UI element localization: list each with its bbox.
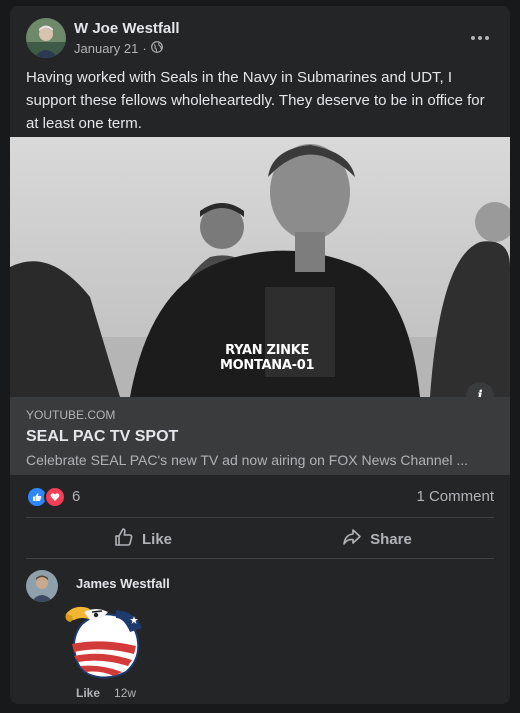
commenter-name[interactable]: James Westfall	[76, 576, 170, 591]
comment-time[interactable]: 12w	[114, 686, 136, 700]
share-label: Share	[370, 530, 412, 548]
love-reaction-icon	[44, 486, 66, 508]
post-meta: January 21 ·	[74, 41, 163, 56]
share-arrow-icon	[342, 527, 362, 551]
post-card: W Joe Westfall January 21 · Having worke…	[10, 6, 510, 704]
reaction-count[interactable]: 6	[72, 488, 80, 505]
link-preview[interactable]: YOUTUBE.COM SEAL PAC TV SPOT Celebrate S…	[10, 397, 510, 475]
divider	[26, 517, 494, 518]
author-name[interactable]: W Joe Westfall	[74, 20, 180, 37]
comment-count[interactable]: 1 Comment	[416, 488, 494, 505]
link-description: Celebrate SEAL PAC's new TV ad now airin…	[26, 452, 469, 468]
share-button[interactable]: Share	[260, 520, 494, 558]
comment-like-button[interactable]: Like	[76, 686, 100, 700]
post-stats: 6 1 Comment	[26, 484, 494, 508]
eagle-sticker-icon	[62, 598, 146, 682]
commenter-avatar[interactable]	[26, 570, 58, 602]
post-header: W Joe Westfall January 21 ·	[26, 18, 494, 58]
post-date[interactable]: January 21	[74, 41, 138, 56]
overlay-line-1: RYAN ZINKE	[225, 343, 310, 358]
thumbs-up-icon	[114, 527, 134, 551]
reaction-icons[interactable]	[26, 486, 66, 508]
overlay-line-2: MONTANA-01	[220, 358, 315, 373]
comment-footer: Like 12w	[76, 686, 136, 700]
author-avatar[interactable]	[26, 18, 66, 58]
divider	[26, 558, 494, 559]
like-label: Like	[141, 530, 172, 548]
meta-separator: ·	[142, 41, 147, 56]
comment-item: James Westfall Like 12w	[26, 570, 494, 700]
more-options-icon[interactable]	[466, 24, 494, 52]
globe-icon	[150, 41, 163, 56]
link-preview-image[interactable]: RYAN ZINKE MONTANA-01 i	[10, 137, 510, 397]
like-button[interactable]: Like	[26, 520, 260, 558]
post-actions: Like Share	[26, 520, 494, 558]
link-title[interactable]: SEAL PAC TV SPOT	[26, 428, 178, 446]
post-text: Having worked with Seals in the Navy in …	[26, 69, 485, 132]
link-domain: YOUTUBE.COM	[26, 408, 116, 422]
media-overlay-text: RYAN ZINKE MONTANA-01	[220, 343, 315, 373]
